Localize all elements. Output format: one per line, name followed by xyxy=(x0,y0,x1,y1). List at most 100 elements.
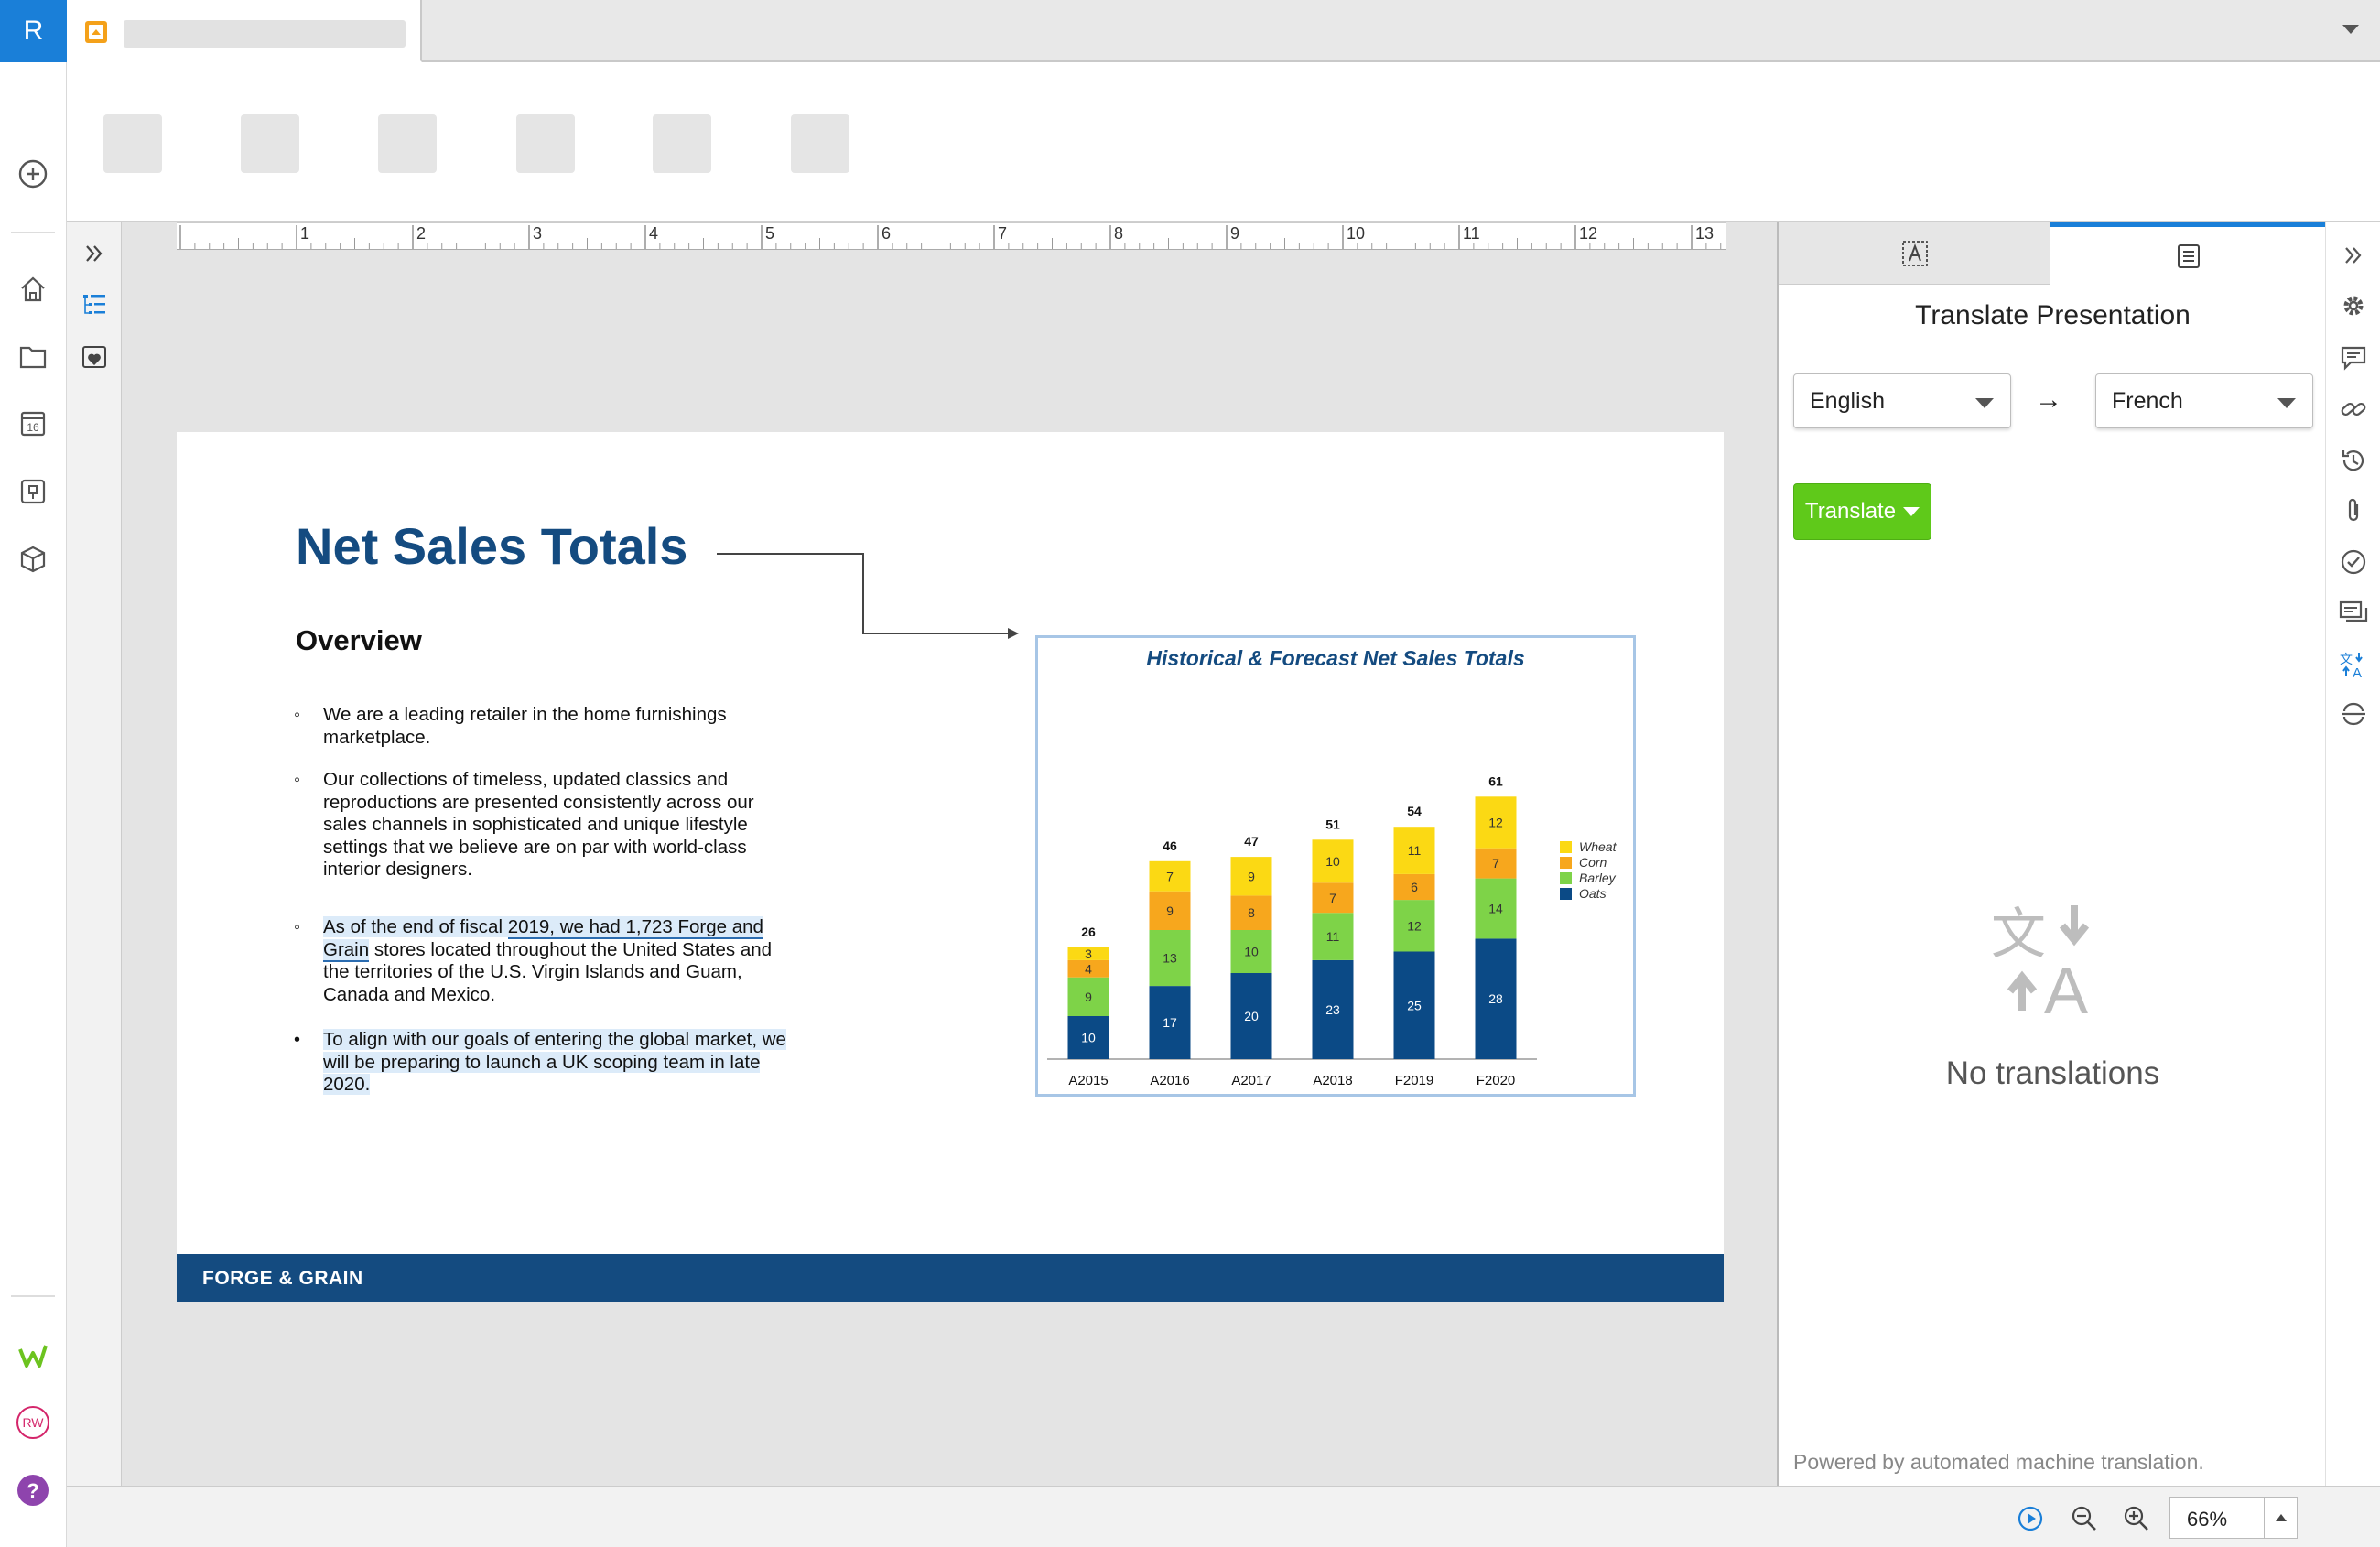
dropdown-caret-icon xyxy=(1903,507,1920,516)
ruler-number: 4 xyxy=(649,224,658,243)
text-format-icon xyxy=(1901,240,1928,266)
translate-icon[interactable]: 文A xyxy=(2333,644,2374,685)
attachment-icon[interactable] xyxy=(2333,491,2374,531)
app-window: R 16 RW ? 1 2 3 4 5 6 7 8 9 10 11 12 13 … xyxy=(0,0,2380,1547)
ruler-number: 13 xyxy=(1695,224,1714,243)
zoom-step-up-icon[interactable] xyxy=(2264,1498,2297,1538)
folder-icon[interactable] xyxy=(13,337,53,377)
legend-swatch xyxy=(1560,872,1572,884)
app-logo[interactable]: R xyxy=(0,0,67,62)
comments-list-icon[interactable] xyxy=(2333,593,2374,633)
x-tick-label: F2020 xyxy=(1477,1073,1516,1088)
ruler-number: 11 xyxy=(1463,224,1480,243)
tab-text-format[interactable] xyxy=(1779,222,2050,285)
bullet-marker: ◦ xyxy=(294,917,301,937)
chevron-down-icon xyxy=(1975,398,1994,408)
gear-icon[interactable] xyxy=(2333,286,2374,326)
play-presentation-icon[interactable] xyxy=(2017,1505,2044,1532)
help-icon[interactable]: ? xyxy=(13,1470,53,1510)
chart-frame[interactable]: Historical & Forecast Net Sales Totals 10… xyxy=(1035,635,1636,1097)
zoom-out-icon[interactable] xyxy=(2070,1504,2099,1533)
bar-total-label: 54 xyxy=(1407,804,1422,818)
bar-value-label: 9 xyxy=(1166,903,1174,918)
bar-total-label: 61 xyxy=(1488,774,1503,788)
bullet-item[interactable]: • To align with our goals of entering the… xyxy=(294,1029,799,1097)
presentation-file-icon xyxy=(85,21,107,43)
legend-label: Barley xyxy=(1579,871,1617,885)
outline-icon[interactable] xyxy=(81,291,108,319)
rail-divider xyxy=(11,232,55,233)
slide[interactable]: Net Sales Totals Overview ◦ We are a lead… xyxy=(177,432,1724,1302)
bar-value-label: 13 xyxy=(1163,951,1177,966)
bar-value-label: 7 xyxy=(1492,856,1499,871)
rw-icon[interactable]: RW xyxy=(13,1402,53,1443)
target-language-select[interactable]: French xyxy=(2095,373,2313,428)
tab-notes[interactable] xyxy=(2050,222,2327,285)
toolbar-button-placeholder[interactable] xyxy=(103,114,162,173)
bar-value-label: 7 xyxy=(1329,891,1336,905)
document-side-panel xyxy=(67,222,122,1486)
tab-menu-chevron-down-icon[interactable] xyxy=(2341,22,2361,37)
powered-by-note: Powered by automated machine translation… xyxy=(1793,1450,2204,1474)
history-icon[interactable] xyxy=(2333,440,2374,481)
legend-label: Oats xyxy=(1579,886,1606,901)
bar-value-label: 10 xyxy=(1244,945,1259,959)
translate-button[interactable]: Translate xyxy=(1793,483,1931,540)
legend-label: Wheat xyxy=(1579,839,1617,854)
bar-value-label: 25 xyxy=(1407,998,1422,1012)
bar-total-label: 46 xyxy=(1163,838,1177,853)
overview-heading[interactable]: Overview xyxy=(296,624,422,657)
document-tab[interactable] xyxy=(67,0,422,62)
bar-value-label: 12 xyxy=(1488,816,1503,830)
bar-value-label: 7 xyxy=(1166,869,1174,883)
comment-icon[interactable] xyxy=(2333,338,2374,378)
toolbar-button-placeholder[interactable] xyxy=(653,114,711,173)
ruler-number: 2 xyxy=(416,224,426,243)
bar-value-label: 8 xyxy=(1248,905,1255,920)
bullet-text: stores located throughout the United Sta… xyxy=(323,938,773,1005)
toolbar-button-placeholder[interactable] xyxy=(791,114,849,173)
target-language-value: French xyxy=(2112,388,2183,414)
global-nav-rail: R 16 RW ? xyxy=(0,0,67,1547)
add-circle-icon[interactable] xyxy=(13,154,53,194)
zoom-in-icon[interactable] xyxy=(2122,1504,2151,1533)
bar-value-label: 3 xyxy=(1085,947,1092,961)
legend-label: Corn xyxy=(1579,855,1607,870)
reports-icon[interactable] xyxy=(13,471,53,512)
expand-chevrons-icon[interactable] xyxy=(2333,235,2374,276)
bullet-text: We are a leading retailer in the home fu… xyxy=(323,704,727,748)
legend-swatch xyxy=(1560,841,1572,853)
bullet-item[interactable]: ◦ Our collections of timeless, updated cl… xyxy=(294,769,799,882)
toolbar-button-placeholder[interactable] xyxy=(378,114,437,173)
calendar-icon[interactable]: 16 xyxy=(13,404,53,444)
bullet-text: Our collections of timeless, updated cla… xyxy=(323,769,754,880)
svg-text:A: A xyxy=(2044,955,2088,1019)
expand-chevrons-icon[interactable] xyxy=(83,243,105,265)
link-icon[interactable] xyxy=(2333,389,2374,429)
bullet-text-highlighted: As of the end of fiscal xyxy=(323,916,508,937)
sync-icon[interactable] xyxy=(2333,694,2374,734)
home-icon[interactable] xyxy=(13,269,53,309)
zoom-level-field[interactable]: 66% xyxy=(2169,1497,2298,1539)
check-circle-icon[interactable] xyxy=(2333,542,2374,582)
toolbar-button-placeholder[interactable] xyxy=(516,114,575,173)
toolbar-button-placeholder[interactable] xyxy=(241,114,299,173)
document-tab-title-placeholder xyxy=(124,20,406,48)
panel-tabs xyxy=(1779,222,2327,285)
workiva-icon[interactable] xyxy=(13,1336,53,1376)
source-language-select[interactable]: English xyxy=(1793,373,2011,428)
source-language-value: English xyxy=(1810,388,1885,414)
slide-footer-band: FORGE & GRAIN xyxy=(177,1254,1724,1302)
bar-value-label: 11 xyxy=(1408,843,1422,858)
translation-empty-icon: 文 A xyxy=(1991,903,2090,1019)
bullet-item[interactable]: ◦ We are a leading retailer in the home f… xyxy=(294,704,799,749)
slide-title[interactable]: Net Sales Totals xyxy=(296,516,687,576)
bullet-item[interactable]: ◦ As of the end of fiscal 2019, we had 1… xyxy=(294,916,799,1006)
favorite-icon[interactable] xyxy=(81,344,108,372)
panel-title: Translate Presentation xyxy=(1915,300,2191,330)
bar-value-label: 4 xyxy=(1085,961,1092,976)
footer-brand-text: FORGE & GRAIN xyxy=(202,1268,363,1289)
ribbon-toolbar xyxy=(67,62,2380,222)
box-icon[interactable] xyxy=(13,539,53,579)
bar-value-label: 14 xyxy=(1488,902,1503,916)
